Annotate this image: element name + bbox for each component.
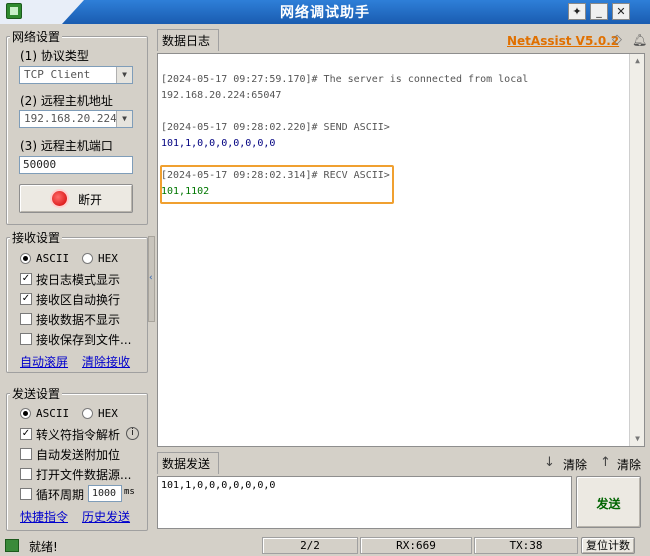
send-input-text: 101,1,0,0,0,0,0,0,0 — [161, 480, 276, 491]
status-rx: RX:669 — [360, 537, 472, 554]
host-select[interactable]: 192.168.20.224 ▼ — [19, 110, 133, 128]
status-page: 2/2 — [262, 537, 358, 554]
clear-down-icon[interactable]: ↓ — [544, 455, 555, 470]
send-option-label: 转义符指令解析 — [36, 428, 121, 442]
send-option-label: 自动发送附加位 — [36, 448, 121, 462]
reset-count-button[interactable]: 复位计数 — [581, 537, 635, 554]
info-icon[interactable]: i — [126, 427, 139, 440]
send-hex-label: HEX — [98, 407, 118, 420]
history-link[interactable]: 历史发送 — [82, 508, 130, 525]
receive-group-title: 接收设置 — [10, 229, 63, 246]
receive-option-label: 按日志模式显示 — [36, 273, 121, 287]
disconnect-label: 断开 — [78, 193, 103, 207]
title-bar: 网络调试助手 ✦ _ ✕ — [0, 0, 650, 24]
send-group-title: 发送设置 — [10, 385, 63, 402]
send-option-checkbox[interactable] — [20, 448, 32, 460]
port-input[interactable]: 50000 — [19, 156, 133, 174]
chevron-down-icon[interactable]: ▼ — [116, 111, 132, 127]
chevron-down-icon[interactable]: ▼ — [116, 67, 132, 83]
clear-send-button[interactable]: 清除 — [617, 456, 641, 473]
log-scrollbar[interactable]: ▲ ▼ — [629, 54, 644, 446]
receive-option-label: 接收区自动换行 — [36, 293, 121, 307]
auto-scroll-link[interactable]: 自动滚屏 — [20, 353, 68, 370]
loop-label: 循环周期 — [36, 488, 85, 502]
protocol-select[interactable]: TCP Client ▼ — [19, 66, 133, 84]
status-tx: TX:38 — [474, 537, 578, 554]
receive-option-label: 接收数据不显示 — [36, 313, 121, 327]
loop-period-input[interactable]: 1000 — [88, 485, 122, 502]
send-ascii-label: ASCII — [36, 407, 70, 420]
disconnect-button[interactable]: 断开 — [19, 184, 133, 213]
window-title: 网络调试助手 — [280, 5, 370, 21]
clear-receive-button[interactable]: 清除 — [563, 456, 587, 473]
bell-icon[interactable]: 🔔︎ — [632, 33, 647, 47]
send-option-checkbox[interactable] — [20, 468, 32, 480]
receive-option-label: 接收保存到文件... — [36, 333, 132, 347]
close-button[interactable]: ✕ — [612, 3, 630, 20]
receive-ascii-label: ASCII — [36, 252, 70, 265]
collapse-handle[interactable]: ‹ — [148, 236, 155, 322]
send-option-label: 打开文件数据源... — [36, 468, 132, 482]
chevron-left-icon: ‹ — [149, 273, 153, 283]
tab-data-log[interactable]: 数据日志 — [157, 29, 219, 51]
send-button-label: 发送 — [596, 497, 621, 511]
log-line: [2024-05-17 09:27:59.170]# The server is… — [161, 74, 529, 85]
status-icon — [5, 539, 19, 552]
send-option-checkbox[interactable]: ✓ — [20, 428, 32, 440]
brand-link[interactable]: NetAssist V5.0.2 — [507, 34, 619, 48]
protocol-value: TCP Client — [24, 68, 91, 81]
send-hex-radio[interactable] — [82, 408, 93, 419]
log-line: 101,1102 — [161, 186, 210, 197]
port-label: (3) 远程主机端口 — [20, 139, 113, 153]
receive-option-checkbox[interactable]: ✓ — [20, 273, 32, 285]
protocol-label: (1) 协议类型 — [20, 49, 89, 63]
send-ascii-radio[interactable] — [20, 408, 31, 419]
loop-unit: ms — [124, 487, 135, 497]
record-icon — [52, 191, 67, 206]
receive-ascii-radio[interactable] — [20, 253, 31, 264]
scroll-down-icon[interactable]: ▼ — [630, 432, 645, 446]
minimize-button[interactable]: _ — [590, 3, 608, 20]
send-button[interactable]: 发送 — [576, 476, 641, 528]
log-line: [2024-05-17 09:28:02.220]# SEND ASCII> — [161, 122, 390, 133]
pin-icon[interactable]: ✦ — [568, 3, 586, 20]
network-group-title: 网络设置 — [10, 28, 63, 45]
log-line: 192.168.20.224:65047 — [161, 90, 282, 101]
host-label: (2) 远程主机地址 — [20, 94, 113, 108]
receive-option-checkbox[interactable] — [20, 313, 32, 325]
log-line: [2024-05-17 09:28:02.314]# RECV ASCII> — [161, 170, 390, 181]
receive-option-checkbox[interactable]: ✓ — [20, 293, 32, 305]
status-text: 就绪! — [29, 540, 58, 554]
log-line: 101,1,0,0,0,0,0,0,0 — [161, 138, 276, 149]
host-value: 192.168.20.224 — [24, 112, 117, 125]
receive-hex-radio[interactable] — [82, 253, 93, 264]
loop-checkbox[interactable] — [20, 488, 32, 500]
log-area[interactable]: [2024-05-17 09:27:59.170]# The server is… — [157, 53, 645, 447]
scroll-up-icon[interactable]: ▲ — [630, 54, 645, 68]
receive-option-checkbox[interactable] — [20, 333, 32, 345]
clear-receive-link[interactable]: 清除接收 — [82, 353, 130, 370]
receive-hex-label: HEX — [98, 252, 118, 265]
tab-data-send[interactable]: 数据发送 — [157, 452, 219, 474]
send-input[interactable]: 101,1,0,0,0,0,0,0,0 — [157, 476, 572, 529]
diamond-icon[interactable]: ◇ — [612, 33, 626, 47]
clear-up-icon[interactable]: ↑ — [600, 455, 611, 470]
shortcut-link[interactable]: 快捷指令 — [20, 508, 68, 525]
